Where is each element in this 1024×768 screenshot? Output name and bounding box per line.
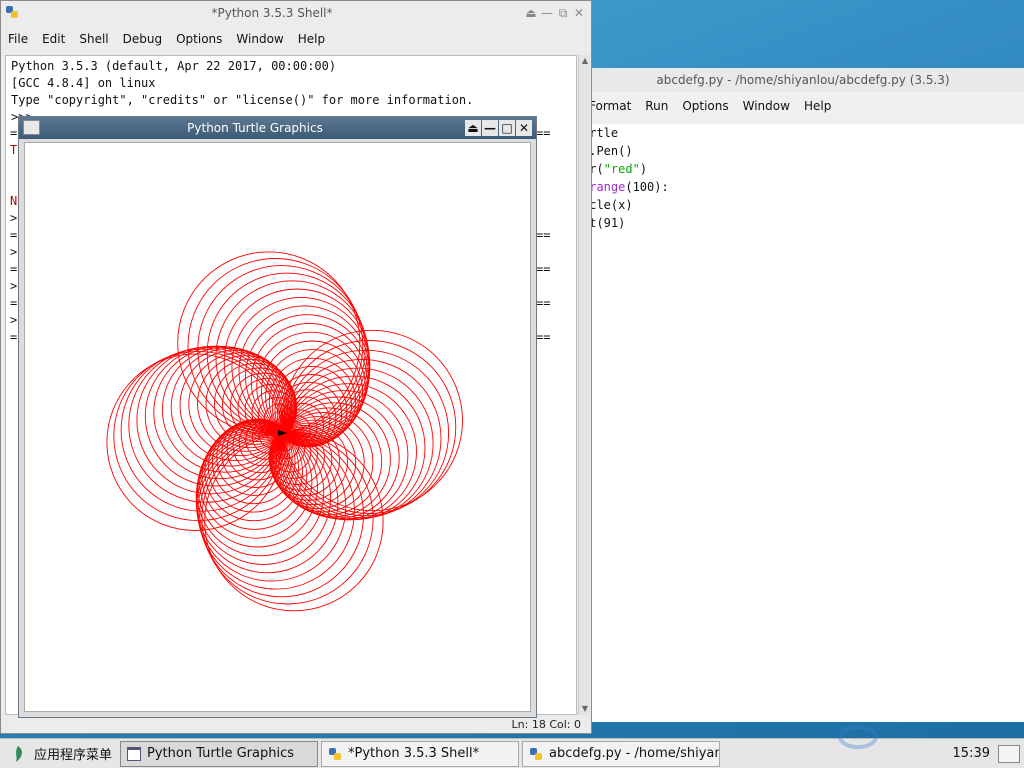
window-menu-icon[interactable]	[23, 120, 40, 135]
editor-text-area[interactable]: urtle e.Pen() or("red") range(100): rcle…	[582, 124, 1024, 722]
shell-line: [GCC 4.8.4] on linux	[11, 76, 156, 90]
turtle-titlebar[interactable]: Python Turtle Graphics ⏏ — □ ✕	[19, 117, 536, 139]
separator-fragment: =	[10, 228, 18, 242]
minimize-icon[interactable]: —	[482, 120, 498, 136]
minimize-icon[interactable]: —	[539, 5, 555, 21]
shell-status-bar: Ln: 18 Col: 0	[511, 718, 581, 731]
separator-fragment: T	[10, 143, 18, 157]
task-python-shell[interactable]: *Python 3.5.3 Shell*	[321, 740, 520, 767]
scroll-down-icon[interactable]: ▼	[580, 704, 590, 714]
separator-fragment: =	[10, 330, 18, 344]
separator-fragment: ==	[536, 330, 551, 344]
watermark-logo	[838, 722, 1018, 752]
separator-fragment: >	[10, 313, 18, 327]
editor-menu-window[interactable]: Window	[736, 99, 797, 113]
separator-fragment: >	[10, 211, 18, 225]
separator-fragment: ==	[536, 262, 551, 276]
separator-fragment: ==	[536, 228, 551, 242]
restore-icon[interactable]: ⧉	[555, 5, 571, 21]
shell-menu-window[interactable]: Window	[229, 32, 290, 46]
task-label: Python Turtle Graphics	[147, 746, 295, 761]
turtle-window: Python Turtle Graphics ⏏ — □ ✕	[18, 116, 537, 718]
task-label: *Python 3.5.3 Shell*	[348, 746, 480, 761]
editor-menu-options[interactable]: Options	[675, 99, 735, 113]
shell-line: Type "copyright", "credits" or "license(…	[11, 93, 474, 107]
editor-menubar: Format Run Options Window Help	[582, 94, 1024, 118]
separator-fragment: ==	[536, 126, 551, 140]
shell-menu-help[interactable]: Help	[291, 32, 332, 46]
shell-line: Python 3.5.3 (default, Apr 22 2017, 00:0…	[11, 59, 337, 73]
code-line: e.Pen()	[582, 144, 633, 158]
python-icon	[1, 5, 21, 22]
shell-menu-options[interactable]: Options	[169, 32, 229, 46]
start-menu-label: 应用程序菜单	[34, 748, 113, 763]
turtle-title: Python Turtle Graphics	[187, 121, 323, 135]
shell-titlebar[interactable]: *Python 3.5.3 Shell* ⏏ — ⧉ ✕	[1, 1, 591, 25]
scroll-up-icon[interactable]: ▲	[580, 56, 590, 66]
separator-fragment: =	[10, 126, 18, 140]
python-icon	[329, 747, 342, 760]
start-menu-button[interactable]: 应用程序菜单	[0, 739, 120, 768]
maximize-icon[interactable]: □	[499, 120, 515, 136]
window-icon	[127, 746, 142, 761]
close-icon[interactable]: ✕	[516, 120, 532, 136]
turtle-drawing	[106, 251, 463, 612]
editor-titlebar[interactable]: abcdefg.py - /home/shiyanlou/abcdefg.py …	[582, 68, 1024, 92]
shade-icon[interactable]: ⏏	[465, 120, 481, 136]
task-turtle-graphics[interactable]: Python Turtle Graphics	[120, 740, 319, 767]
turtle-circle	[204, 431, 384, 612]
code-line: or("red")	[582, 162, 648, 176]
shell-menu-edit[interactable]: Edit	[35, 32, 72, 46]
separator-fragment: ==	[536, 296, 551, 310]
shell-menubar: File Edit Shell Debug Options Window Hel…	[1, 27, 591, 51]
task-label: abcdefg.py - /home/shiyanl…	[549, 746, 719, 761]
separator-fragment: =	[10, 296, 18, 310]
shade-icon[interactable]: ⏏	[523, 5, 539, 21]
separator-fragment: >	[10, 279, 18, 293]
code-line: rcle(x)	[582, 198, 633, 212]
turtle-canvas[interactable]	[24, 142, 531, 712]
separator-fragment: >	[10, 245, 18, 259]
task-editor[interactable]: abcdefg.py - /home/shiyanl…	[522, 740, 721, 767]
code-line: range(100):	[582, 180, 669, 194]
shell-menu-file[interactable]: File	[1, 32, 35, 46]
editor-window: abcdefg.py - /home/shiyanlou/abcdefg.py …	[582, 68, 1024, 722]
editor-title: abcdefg.py - /home/shiyanlou/abcdefg.py …	[656, 73, 950, 87]
separator-fragment: =	[10, 262, 18, 276]
leaf-icon	[16, 745, 22, 762]
python-icon	[530, 747, 543, 760]
editor-menu-run[interactable]: Run	[638, 99, 675, 113]
code-line: urtle	[582, 126, 619, 140]
code-line: ft(91)	[582, 216, 626, 230]
shell-menu-debug[interactable]: Debug	[116, 32, 169, 46]
separator-fragment: N	[10, 194, 18, 208]
close-icon[interactable]: ✕	[571, 5, 587, 21]
shell-title: *Python 3.5.3 Shell*	[211, 6, 333, 20]
shell-scrollbar[interactable]: ▲ ▼	[578, 55, 590, 715]
shell-menu-shell[interactable]: Shell	[72, 32, 115, 46]
editor-menu-help[interactable]: Help	[797, 99, 838, 113]
